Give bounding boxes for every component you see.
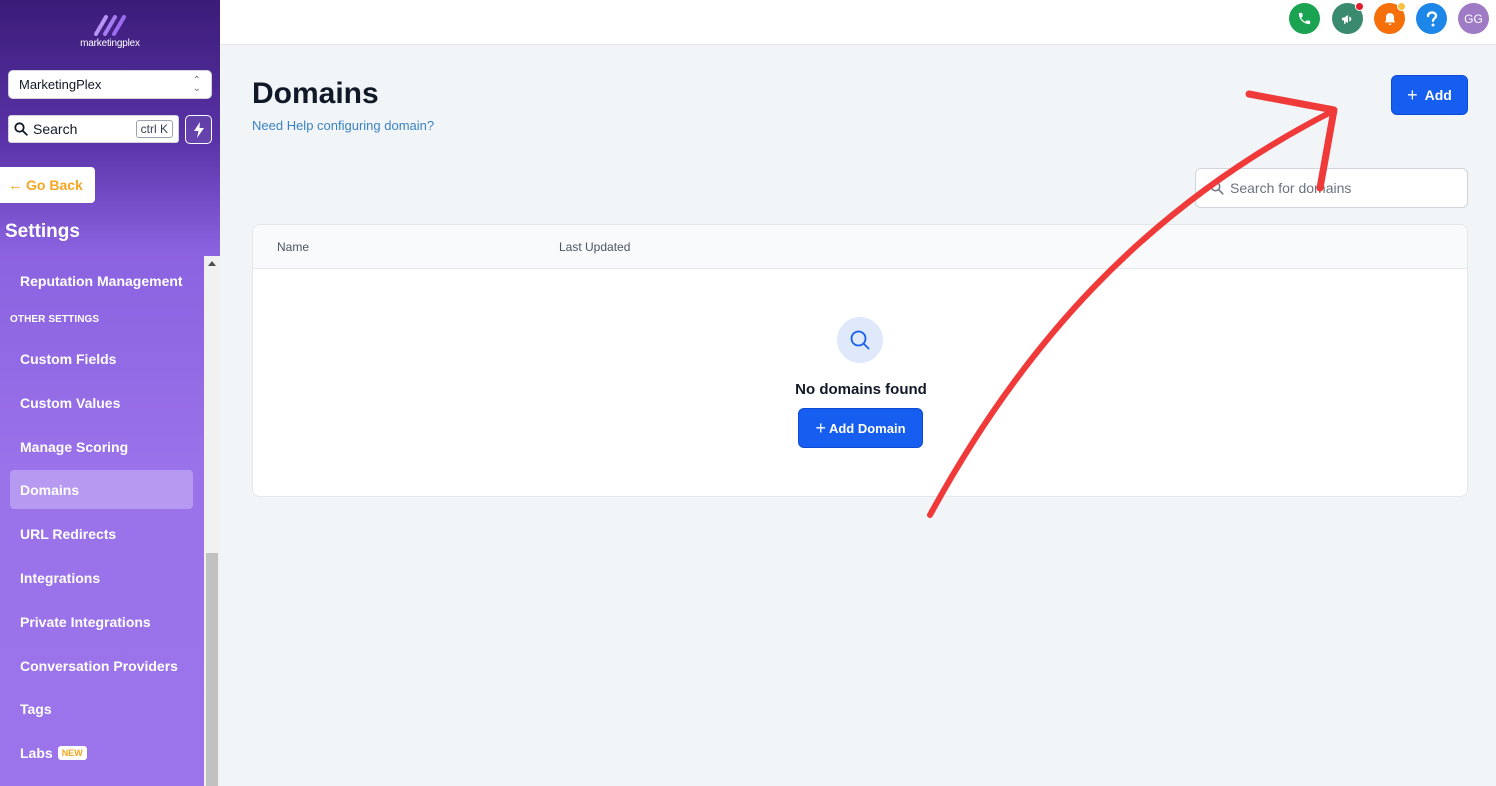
help-button[interactable]	[1416, 3, 1447, 34]
table-header: Name Last Updated	[253, 225, 1467, 269]
arrow-left-icon: ←	[8, 176, 23, 194]
sidebar-scrollbar[interactable]	[204, 256, 220, 786]
page-title: Domains	[252, 77, 379, 110]
nav-section-other-settings: OTHER SETTINGS	[10, 314, 100, 325]
sidebar-item-manage-scoring[interactable]: Manage Scoring	[10, 427, 193, 466]
help-configuring-domain-link[interactable]: Need Help configuring domain?	[252, 118, 434, 133]
plus-icon: +	[1407, 85, 1418, 105]
search-label: Search	[33, 121, 78, 137]
unread-dot	[1355, 2, 1364, 11]
megaphone-icon	[1341, 14, 1351, 24]
sidebar-item-custom-fields[interactable]: Custom Fields	[10, 339, 193, 378]
empty-state-search-icon	[837, 317, 883, 363]
notification-dot	[1397, 2, 1406, 11]
column-header-last-updated[interactable]: Last Updated	[559, 240, 630, 254]
sidebar-item-tags[interactable]: Tags	[10, 689, 193, 728]
scrollbar-thumb[interactable]	[206, 553, 218, 786]
add-button[interactable]: + Add	[1391, 75, 1468, 115]
go-back-label: Go Back	[26, 177, 83, 193]
bell-icon	[1384, 12, 1395, 25]
sidebar-item-conversation-providers[interactable]: Conversation Providers	[10, 646, 193, 685]
empty-state-message: No domains found	[795, 381, 927, 398]
search-icon	[14, 122, 28, 136]
quick-actions-button[interactable]	[185, 115, 212, 144]
brand-logo[interactable]: marketingplex	[0, 14, 220, 49]
search-icon	[1210, 181, 1224, 195]
sidebar-item-custom-values[interactable]: Custom Values	[10, 383, 193, 422]
notifications-button[interactable]	[1374, 2, 1406, 34]
account-name: MarketingPlex	[19, 77, 102, 92]
sidebar-item-labs[interactable]: Labs NEW	[10, 733, 193, 772]
add-domain-button[interactable]: + Add Domain	[798, 408, 923, 448]
sidebar-item-reputation-management[interactable]: Reputation Management	[10, 261, 193, 300]
go-back-button[interactable]: ← Go Back	[0, 167, 95, 203]
phone-icon	[1298, 12, 1311, 25]
logo-mark-icon	[94, 15, 126, 36]
sidebar-item-url-redirects[interactable]: URL Redirects	[10, 514, 193, 553]
sidebar-item-private-integrations[interactable]: Private Integrations	[10, 602, 193, 641]
sidebar: marketingplex MarketingPlex ⌃ ⌄ Search ct…	[0, 0, 220, 786]
account-switcher[interactable]: MarketingPlex ⌃ ⌄	[8, 70, 212, 99]
help-icon	[1426, 10, 1437, 26]
column-header-name[interactable]: Name	[277, 240, 309, 254]
search-placeholder: Search for domains	[1230, 180, 1352, 196]
search-shortcut: ctrl K	[135, 120, 173, 138]
scroll-up-arrow-icon[interactable]	[204, 256, 220, 270]
chevron-updown-icon: ⌃ ⌄	[192, 74, 201, 94]
phone-button[interactable]	[1289, 3, 1320, 34]
domain-search-input[interactable]: Search for domains	[1195, 168, 1468, 208]
new-badge: NEW	[57, 745, 87, 760]
lightning-icon	[193, 121, 204, 138]
sidebar-item-integrations[interactable]: Integrations	[10, 558, 193, 597]
plus-icon: +	[815, 418, 826, 438]
logo-text: marketingplex	[80, 38, 140, 49]
settings-title: Settings	[5, 221, 80, 242]
user-avatar[interactable]: GG	[1458, 3, 1489, 34]
sidebar-search[interactable]: Search ctrl K	[8, 115, 179, 143]
domains-table: Name Last Updated No domains found + Add…	[252, 224, 1468, 497]
sidebar-item-domains[interactable]: Domains	[10, 470, 193, 509]
top-bar: GG	[220, 0, 1496, 45]
announcements-button[interactable]	[1332, 2, 1364, 34]
